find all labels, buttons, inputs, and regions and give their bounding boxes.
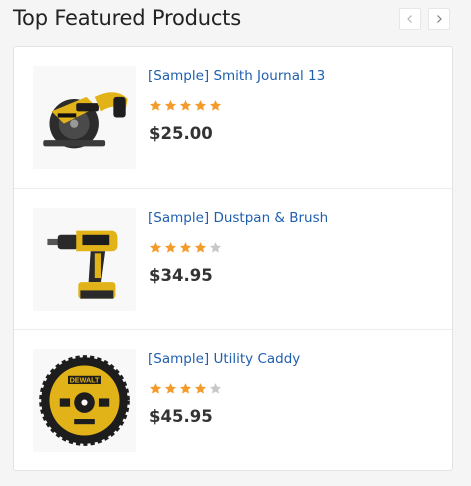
star-filled-icon: [164, 242, 177, 253]
star-filled-icon: [209, 100, 222, 111]
carousel-prev-button[interactable]: [399, 8, 421, 30]
product-name-link[interactable]: [Sample] Smith Journal 13: [148, 68, 325, 84]
product-card: DEWALT [Sample] Utility Caddy $45.95: [14, 329, 452, 471]
product-image-saw-blade[interactable]: DEWALT: [33, 349, 136, 452]
star-filled-icon: [194, 242, 207, 253]
chevron-left-icon: [407, 15, 412, 23]
product-image-circular-saw[interactable]: [33, 66, 136, 169]
star-filled-icon: [179, 100, 192, 111]
star-filled-icon: [149, 100, 162, 111]
star-filled-icon: [149, 242, 162, 253]
rating-stars: [149, 382, 222, 396]
carousel-next-button[interactable]: [428, 8, 450, 30]
widget-title: Top Featured Products: [13, 6, 241, 30]
product-name-link[interactable]: [Sample] Dustpan & Brush: [148, 210, 328, 226]
star-filled-icon: [149, 383, 162, 394]
star-filled-icon: [179, 383, 192, 394]
product-list: [Sample] Smith Journal 13 $25.00 [Sample…: [13, 46, 453, 471]
saw-blade-image: DEWALT: [33, 349, 136, 452]
rating-stars: [149, 99, 222, 113]
svg-text:DEWALT: DEWALT: [70, 375, 100, 384]
chevron-right-icon: [437, 15, 442, 23]
top-featured-products-widget: Top Featured Products [Sample] Smith Jou…: [0, 0, 471, 486]
star-filled-icon: [179, 242, 192, 253]
star-filled-icon: [194, 100, 207, 111]
product-price: $25.00: [149, 124, 213, 143]
star-filled-icon: [194, 383, 207, 394]
product-name-link[interactable]: [Sample] Utility Caddy: [148, 351, 300, 367]
rating-stars: [149, 241, 222, 255]
star-empty-icon: [209, 383, 222, 394]
product-price: $45.95: [149, 407, 213, 426]
product-image-cordless-drill[interactable]: [33, 208, 136, 311]
star-empty-icon: [209, 242, 222, 253]
circular-saw-image: [33, 66, 136, 169]
star-filled-icon: [164, 100, 177, 111]
product-card: [Sample] Smith Journal 13 $25.00: [14, 47, 452, 188]
star-filled-icon: [164, 383, 177, 394]
cordless-drill-image: [33, 208, 136, 311]
product-card: [Sample] Dustpan & Brush $34.95: [14, 188, 452, 330]
product-price: $34.95: [149, 266, 213, 285]
widget-header: Top Featured Products: [13, 5, 459, 35]
